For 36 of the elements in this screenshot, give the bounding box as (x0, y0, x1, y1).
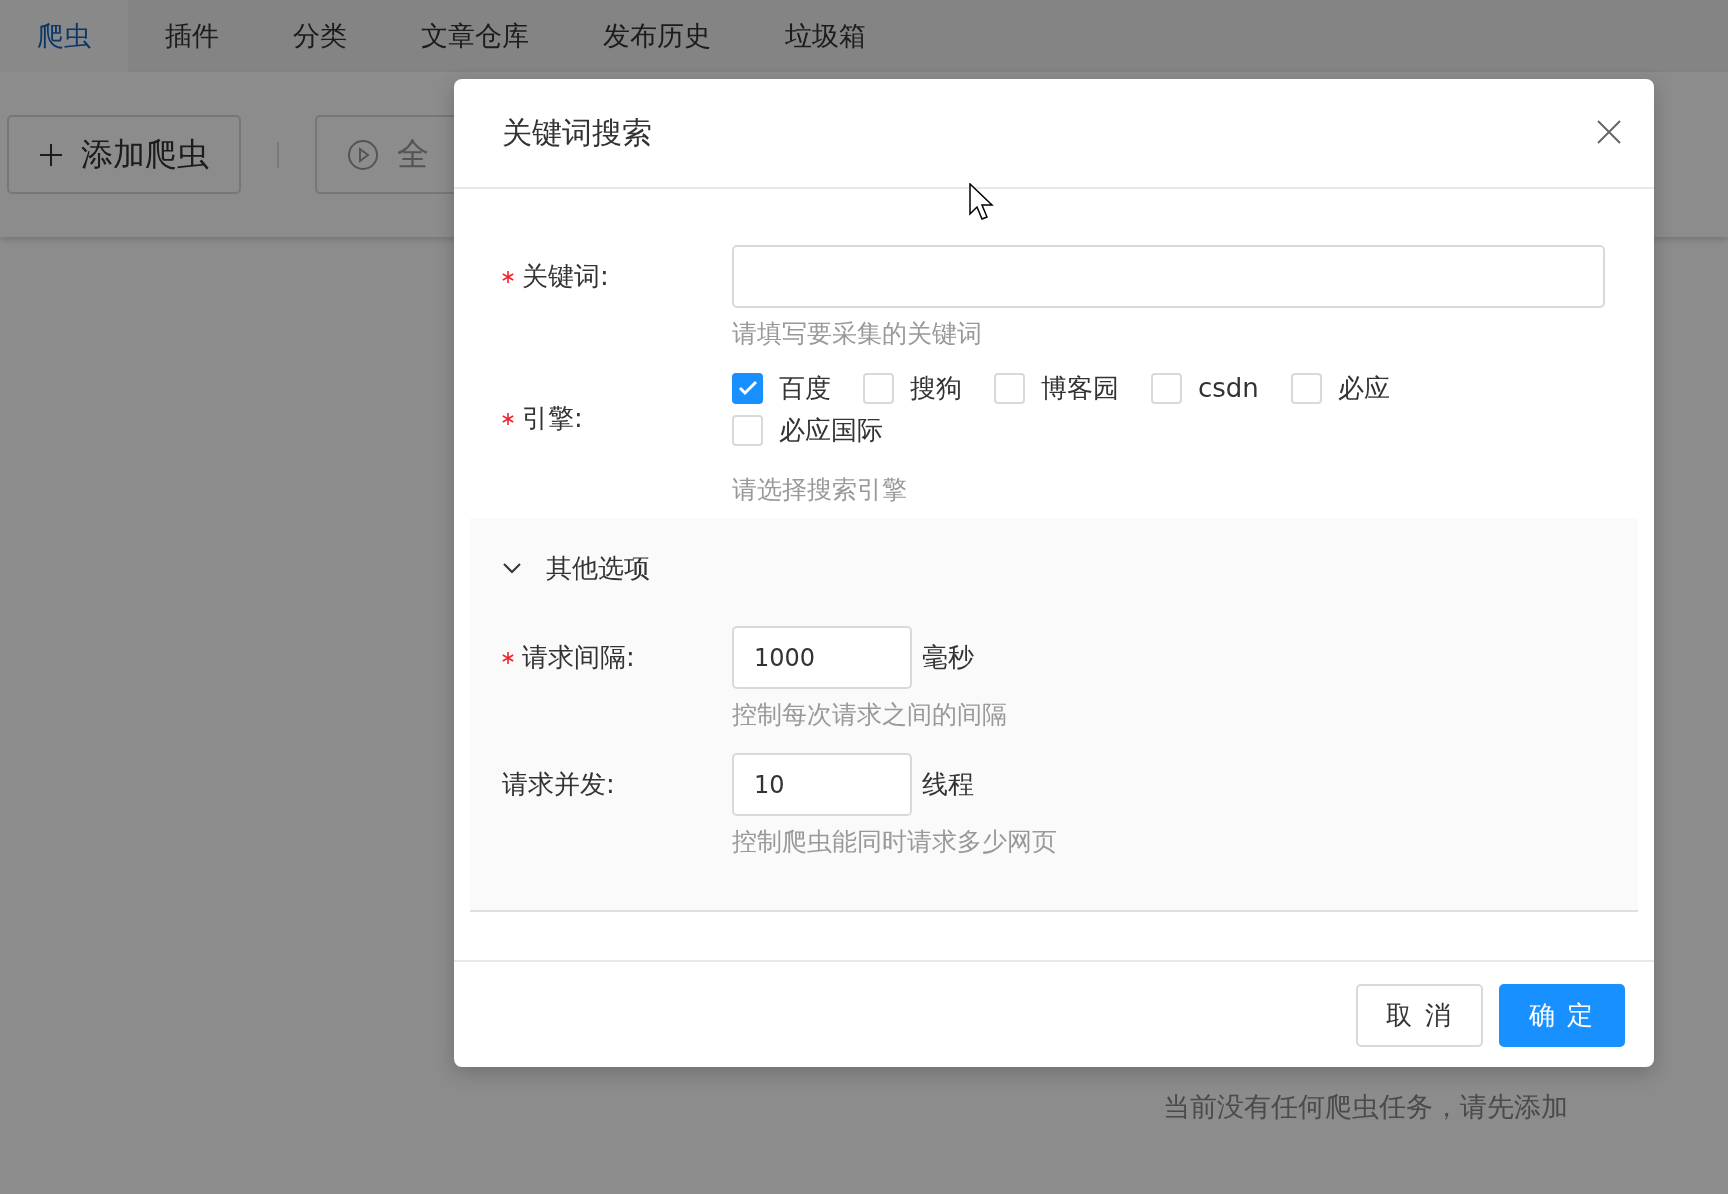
nav-tab[interactable]: 发布历史 (566, 0, 748, 72)
plus-icon (39, 142, 63, 167)
nav-tab[interactable]: 垃圾箱 (748, 0, 903, 72)
number-input[interactable]: 1000 (732, 626, 912, 689)
checkbox-label: 百度 (779, 371, 831, 405)
nav-tab[interactable]: 文章仓库 (384, 0, 566, 72)
field-label: 请求间隔: (522, 641, 635, 674)
cancel-button[interactable]: 取 消 (1356, 984, 1483, 1047)
check-icon (737, 380, 758, 396)
field-hint: 请填写要采集的关键词 (732, 318, 983, 350)
collapse-header[interactable]: 其他选项 (470, 518, 656, 618)
checkbox-label: 搜狗 (910, 371, 962, 405)
unit-label: 毫秒 (922, 641, 974, 674)
field-hint: 控制每次请求之间的间隔 (732, 699, 1008, 731)
checkbox[interactable] (732, 372, 763, 404)
field-label: 引擎: (522, 402, 583, 435)
confirm-button[interactable]: 确 定 (1498, 984, 1625, 1047)
checkbox-label: csdn (1198, 373, 1259, 403)
field-hint: 请选择搜索引擎 (732, 474, 908, 506)
nav-tab[interactable]: 爬虫 (0, 0, 128, 72)
nav-tab[interactable]: 分类 (256, 0, 384, 72)
unit-label: 线程 (922, 768, 974, 801)
empty-message: 当前没有任何爬虫任务，请先添加 (1163, 1091, 1568, 1122)
play-icon (347, 138, 379, 171)
number-input[interactable]: 10 (732, 753, 912, 816)
cursor-icon (969, 183, 995, 221)
checkbox-label: 必应国际 (779, 413, 883, 447)
checkbox-label: 博客园 (1041, 371, 1119, 405)
field-label: 请求并发: (502, 768, 615, 801)
field-label: 关键词: (522, 260, 609, 293)
field-hint: 控制爬虫能同时请求多少网页 (732, 826, 1058, 858)
nav-tab[interactable]: 插件 (128, 0, 256, 72)
keyword-input[interactable] (732, 245, 1605, 308)
add-crawler-button[interactable]: 添加爬虫 (7, 115, 241, 194)
checkbox-label: 必应 (1337, 371, 1390, 405)
dialog-title: 关键词搜索 (502, 113, 652, 152)
